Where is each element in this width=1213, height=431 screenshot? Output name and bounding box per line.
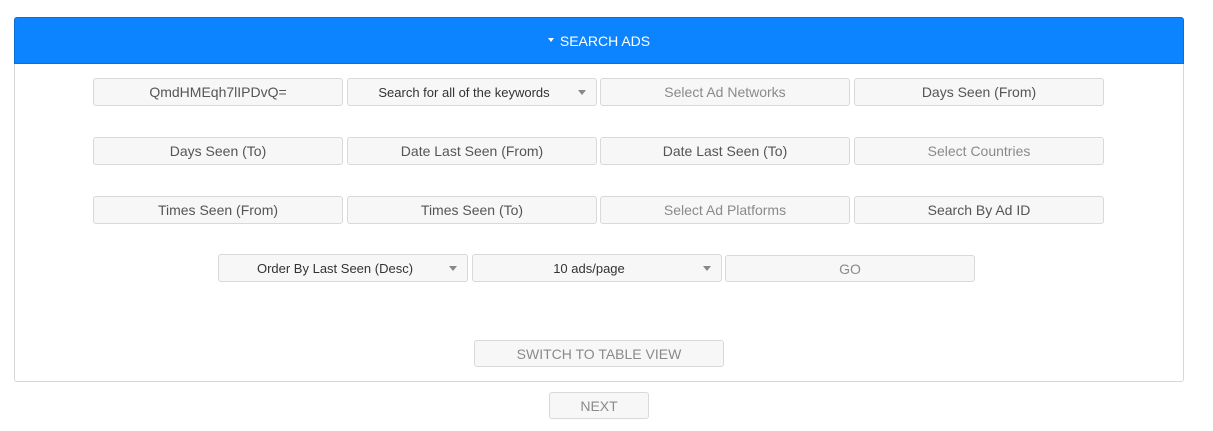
caret-down-icon: [547, 37, 554, 42]
dropdown-arrow-icon: [703, 266, 711, 271]
dropdown-arrow-icon: [578, 90, 586, 95]
dropdown-arrow-icon: [449, 266, 457, 271]
order-by-select[interactable]: Order By Last Seen (Desc): [218, 254, 468, 282]
search-ads-title: SEARCH ADS: [559, 32, 651, 49]
next-button[interactable]: NEXT: [549, 392, 649, 419]
ad-networks-select[interactable]: Select Ad Networks: [600, 78, 850, 106]
countries-select[interactable]: Select Countries: [854, 137, 1104, 165]
ads-per-page-value: 10 ads/page: [553, 260, 625, 276]
times-seen-to-input[interactable]: [347, 196, 597, 224]
days-seen-from-input[interactable]: [854, 78, 1104, 106]
keyword-input[interactable]: [93, 78, 343, 106]
keyword-match-value: Search for all of the keywords: [378, 84, 550, 100]
keyword-match-select[interactable]: Search for all of the keywords: [347, 78, 597, 106]
order-by-value: Order By Last Seen (Desc): [256, 260, 414, 276]
countries-placeholder: Select Countries: [927, 143, 1031, 159]
search-ads-header[interactable]: SEARCH ADS: [14, 17, 1184, 64]
ad-id-input[interactable]: [854, 196, 1104, 224]
ad-networks-placeholder: Select Ad Networks: [664, 84, 786, 100]
ad-platforms-select[interactable]: Select Ad Platforms: [600, 196, 850, 224]
days-seen-to-input[interactable]: [93, 137, 343, 165]
date-last-seen-to-input[interactable]: [600, 137, 850, 165]
date-last-seen-from-input[interactable]: [347, 137, 597, 165]
times-seen-from-input[interactable]: [93, 196, 343, 224]
ads-per-page-select[interactable]: 10 ads/page: [472, 254, 722, 282]
switch-to-table-view-button[interactable]: SWITCH TO TABLE VIEW: [474, 340, 724, 367]
ad-platforms-placeholder: Select Ad Platforms: [663, 202, 787, 218]
go-button[interactable]: GO: [725, 255, 975, 282]
